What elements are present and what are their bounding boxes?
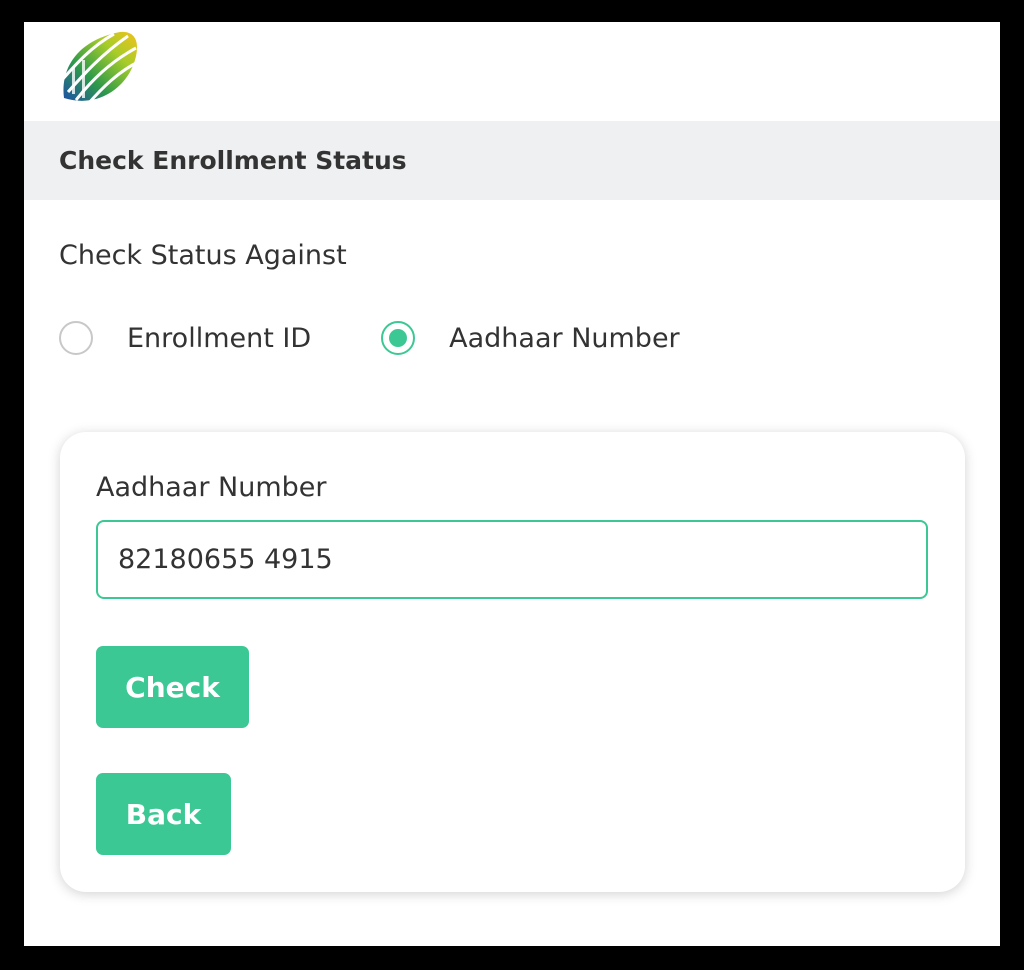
radio-label-aadhaar-number: Aadhaar Number (449, 322, 680, 354)
aadhaar-number-input[interactable] (96, 520, 928, 599)
page-title: Check Enrollment Status (59, 146, 407, 175)
page-frame: Check Enrollment Status Check Status Aga… (24, 22, 1000, 946)
radio-aadhaar-number[interactable]: Aadhaar Number (381, 321, 680, 355)
radio-enrollment-id[interactable]: Enrollment ID (59, 321, 311, 355)
leaf-logo-icon (58, 28, 140, 108)
aadhaar-number-label: Aadhaar Number (96, 472, 327, 503)
check-button[interactable]: Check (96, 646, 249, 728)
radio-group: Enrollment ID Aadhaar Number (59, 318, 680, 358)
form-card: Aadhaar Number Check Back (60, 432, 965, 892)
radio-unchecked-icon[interactable] (59, 321, 93, 355)
radio-checked-icon[interactable] (381, 321, 416, 355)
back-button[interactable]: Back (96, 773, 231, 855)
title-bar: Check Enrollment Status (24, 121, 1000, 200)
radio-label-enrollment-id: Enrollment ID (127, 322, 312, 354)
status-against-label: Check Status Against (59, 240, 347, 271)
